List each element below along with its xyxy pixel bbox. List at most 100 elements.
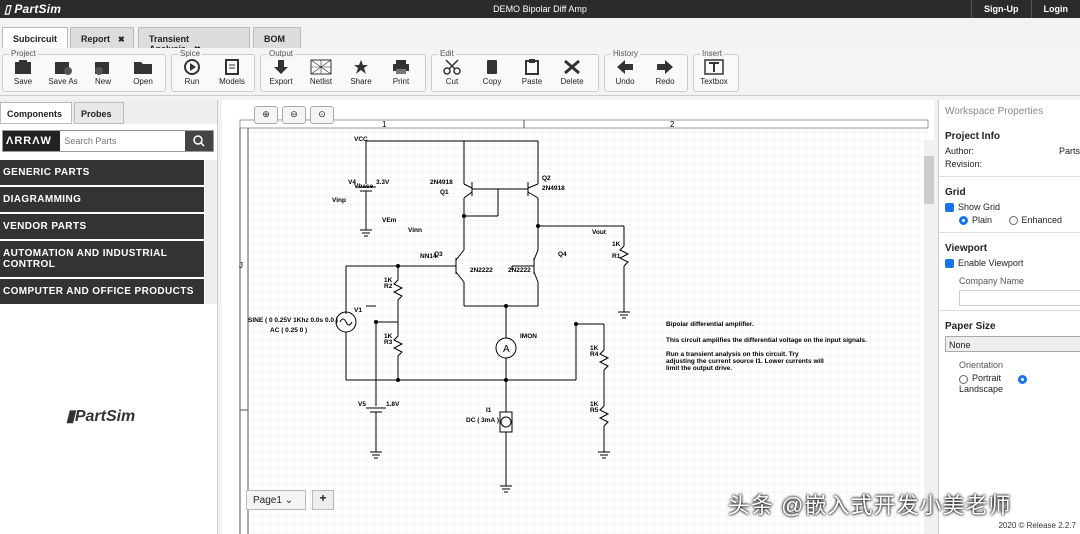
svg-text:Run a transient analysis on th: Run a transient analysis on this circuit… — [666, 351, 799, 358]
plain-radio[interactable]: Plain — [959, 215, 992, 226]
tab-bom[interactable]: BOM — [253, 27, 301, 49]
copy-icon — [487, 60, 497, 74]
svg-text:R1: R1 — [612, 253, 621, 260]
redo-icon — [657, 60, 673, 74]
svg-text:V1: V1 — [354, 307, 362, 314]
history-group: History Undo Redo — [604, 49, 688, 93]
spice-group: Spice Run Models — [171, 49, 255, 93]
svg-text:2N2222: 2N2222 — [470, 267, 493, 274]
zoom-in-button[interactable]: ⊕ — [254, 106, 278, 124]
new-button[interactable]: New — [83, 55, 123, 93]
part-search: ΛRRΛW — [2, 130, 214, 152]
document-icon — [225, 59, 239, 75]
category-automation[interactable]: AUTOMATION AND INDUSTRIAL CONTROL — [0, 241, 204, 279]
author-value[interactable]: Parts — [1059, 146, 1080, 156]
zoom-out-button[interactable]: ⊖ — [282, 106, 306, 124]
scissors-icon — [443, 59, 461, 75]
company-name-input[interactable] — [959, 290, 1080, 307]
svg-text:1K: 1K — [612, 241, 621, 248]
signup-link[interactable]: Sign-Up — [971, 0, 1031, 18]
portrait-radio[interactable]: Portrait — [959, 373, 1001, 384]
category-scrollbar[interactable] — [205, 160, 217, 304]
partsim-brand: ▮PartSim — [66, 408, 136, 425]
show-grid-checkbox[interactable]: Show Grid — [945, 202, 1074, 213]
category-list: GENERIC PARTS DIAGRAMMING VENDOR PARTS A… — [0, 160, 216, 304]
undo-button[interactable]: Undo — [605, 55, 645, 93]
category-diagramming[interactable]: DIAGRAMMING — [0, 187, 204, 214]
paste-button[interactable]: Paste — [512, 55, 552, 93]
save-button[interactable]: Save — [3, 55, 43, 93]
delete-button[interactable]: Delete — [552, 55, 592, 93]
svg-text:V5: V5 — [358, 401, 366, 408]
printer-icon — [393, 60, 409, 74]
zoom-fit-icon: ⊙ — [318, 109, 326, 119]
svg-text:2N4918: 2N4918 — [430, 179, 453, 186]
textbox-button[interactable]: Textbox — [694, 55, 734, 93]
properties-panel: Workspace Properties Project Info Author… — [938, 100, 1080, 534]
enable-viewport-checkbox[interactable]: Enable Viewport — [945, 258, 1074, 269]
svg-text:Vinp: Vinp — [332, 197, 346, 204]
svg-text:R3: R3 — [384, 339, 393, 346]
export-button[interactable]: Export — [261, 55, 301, 93]
add-page-button[interactable]: + — [312, 490, 334, 510]
netlist-button[interactable]: Netlist — [301, 55, 341, 93]
watermark: 头条 @嵌入式开发小美老师 — [728, 493, 1012, 518]
schematic-canvas[interactable]: A VCC V4 Vbase 3.3V Vinp VEm Vinn 2N4918… — [222, 100, 934, 534]
paper-size-select[interactable]: None — [945, 336, 1080, 353]
login-link[interactable]: Login — [1030, 0, 1080, 18]
svg-text:1.8V: 1.8V — [386, 401, 400, 408]
svg-text:2N4918: 2N4918 — [542, 185, 565, 192]
svg-text:A: A — [503, 344, 510, 355]
search-icon — [193, 135, 205, 147]
netlist-icon — [310, 59, 332, 75]
open-button[interactable]: Open — [123, 55, 163, 93]
tab-probes[interactable]: Probes — [74, 102, 124, 124]
save-as-icon — [55, 62, 72, 75]
run-button[interactable]: Run — [172, 55, 212, 93]
edit-group: Edit Cut Copy Paste Delete — [431, 49, 599, 93]
category-vendor-parts[interactable]: VENDOR PARTS — [0, 214, 204, 241]
components-panel: Components Probes ΛRRΛW GENERIC PARTS DI… — [0, 100, 218, 534]
close-icon[interactable]: ✖ — [118, 35, 125, 44]
page-tab[interactable]: Page1 ⌄ — [246, 490, 306, 510]
tab-subcircuit[interactable]: Subcircuit — [2, 27, 68, 50]
svg-text:R2: R2 — [384, 283, 393, 290]
tab-components[interactable]: Components — [0, 102, 72, 124]
share-button[interactable]: Share — [341, 55, 381, 93]
row-j-label: J — [239, 261, 243, 270]
svg-text:Q4: Q4 — [558, 251, 567, 258]
undo-icon — [617, 60, 633, 74]
svg-text:Q2: Q2 — [542, 175, 551, 182]
enhanced-radio[interactable]: Enhanced — [1008, 215, 1062, 226]
copy-button[interactable]: Copy — [472, 55, 512, 93]
export-icon — [274, 60, 288, 74]
category-generic-parts[interactable]: GENERIC PARTS — [0, 160, 204, 187]
tab-report[interactable]: Report ✖ — [70, 27, 134, 49]
models-button[interactable]: Models — [212, 55, 252, 93]
svg-text:Q1: Q1 — [440, 189, 449, 196]
svg-text:R5: R5 — [590, 407, 599, 414]
arrow-logo: ΛRRΛW — [3, 131, 61, 151]
svg-text:Vout: Vout — [592, 229, 607, 236]
print-button[interactable]: Print — [381, 55, 421, 93]
schematic-drawing[interactable]: A VCC V4 Vbase 3.3V Vinp VEm Vinn 2N4918… — [222, 100, 934, 534]
zoom-fit-button[interactable]: ⊙ — [310, 106, 334, 124]
canvas-scrollbar[interactable] — [924, 140, 934, 534]
search-button[interactable] — [185, 131, 213, 151]
cut-button[interactable]: Cut — [432, 55, 472, 93]
column-2-label: 2 — [670, 120, 675, 129]
redo-button[interactable]: Redo — [645, 55, 685, 93]
release-info: 2020 © Release 2.2.7 — [998, 521, 1076, 530]
category-computer-office[interactable]: COMPUTER AND OFFICE PRODUCTS — [0, 279, 204, 304]
svg-text:I1: I1 — [486, 407, 492, 414]
save-as-button[interactable]: Save As — [43, 55, 83, 93]
svg-text:AC ( 0.25 0 ): AC ( 0.25 0 ) — [270, 327, 307, 334]
paste-icon — [525, 59, 539, 75]
folder-icon — [134, 62, 152, 74]
svg-text:SINE ( 0 0.25V 1Khz 0.0s 0.0 ): SINE ( 0 0.25V 1Khz 0.0s 0.0 ) — [248, 317, 338, 324]
document-tabs: Subcircuit Report✖ Transient Analysis✖ B… — [0, 27, 1080, 54]
search-input[interactable] — [60, 131, 186, 151]
tab-transient-analysis[interactable]: Transient Analysis✖ — [138, 27, 250, 54]
save-icon — [15, 60, 31, 74]
zoom-out-icon: ⊖ — [290, 109, 298, 119]
